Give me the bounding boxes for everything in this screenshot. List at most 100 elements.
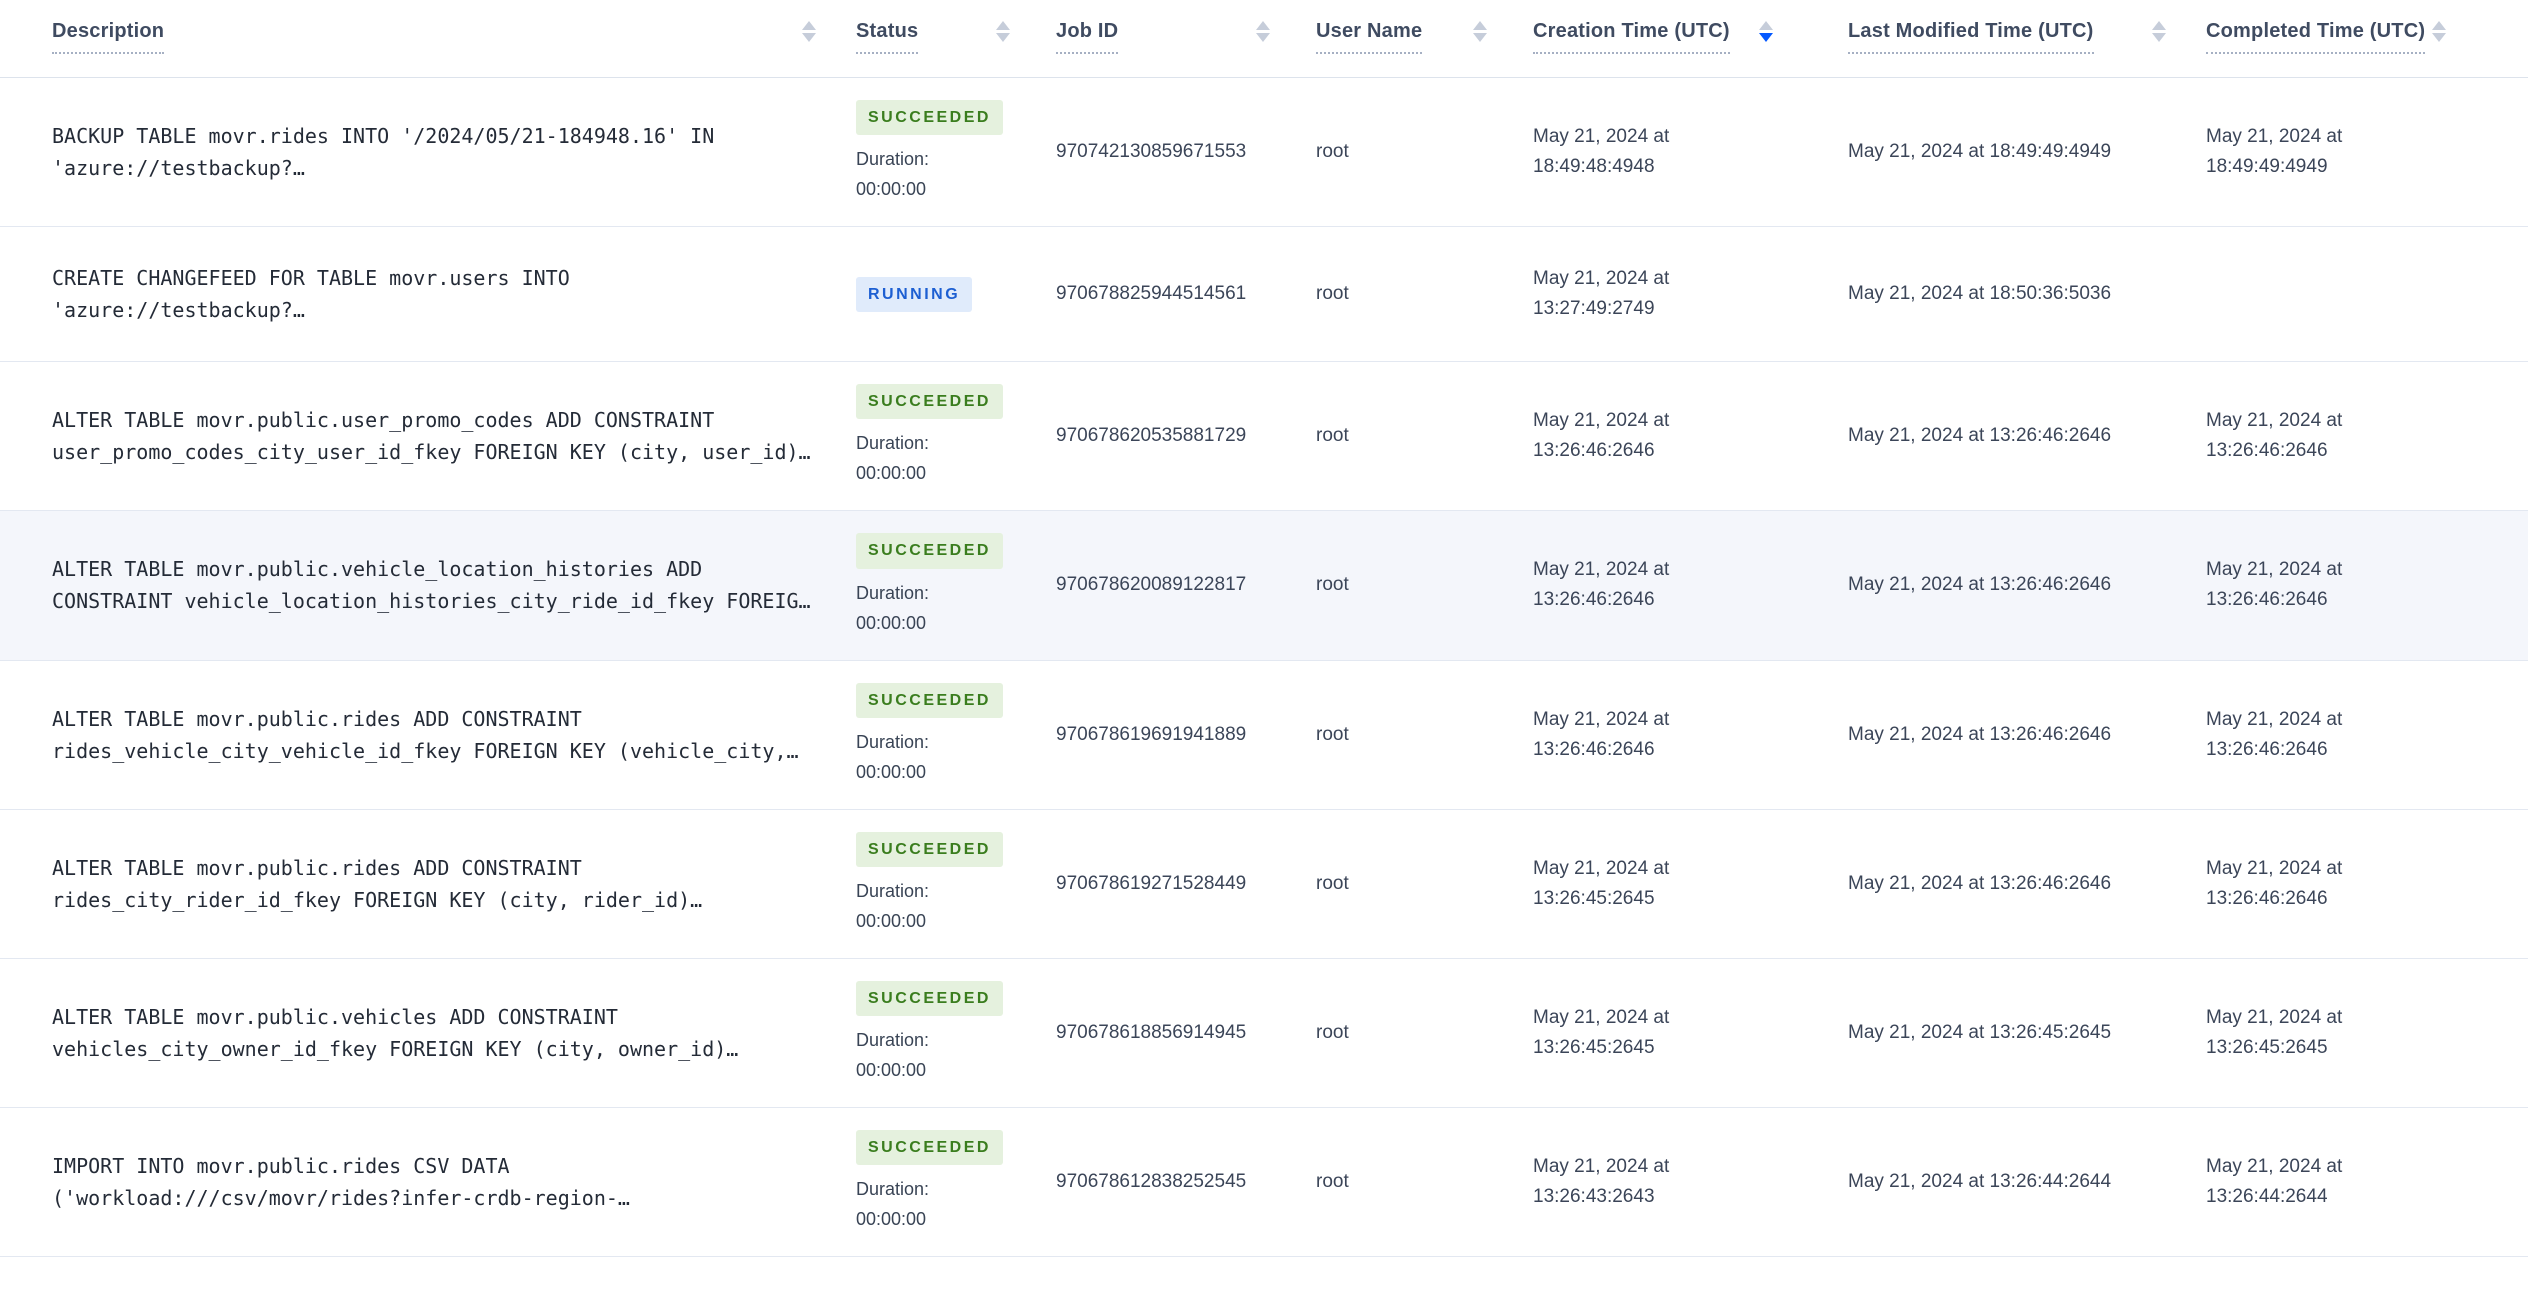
last-modified-time-cell: May 21, 2024 at 13:26:44:2644 <box>1848 1171 2112 1193</box>
column-header-label[interactable]: Job ID <box>1056 20 1119 54</box>
sort-icon[interactable] <box>2152 21 2166 42</box>
job-id-cell: 970678618856914945 <box>1056 1022 1247 1044</box>
status-cell: SUCCEEDED Duration: 00:00:00 <box>836 384 1036 488</box>
column-header-status[interactable]: Status <box>836 20 1036 54</box>
duration-label: Duration: <box>856 149 930 170</box>
job-id-cell: 970678619691941889 <box>1056 723 1247 745</box>
status-cell: SUCCEEDED Duration: 00:00:00 <box>836 980 1036 1085</box>
creation-time-cell: May 21, 2024 at 13:26:46:2646 <box>1533 410 1670 462</box>
description-cell: BACKUP TABLE movr.rides INTO '/2024/05/2… <box>0 120 836 184</box>
job-description-link[interactable]: ALTER TABLE movr.public.rides ADD CONSTR… <box>52 852 824 916</box>
user-name-cell: root <box>1316 425 1349 447</box>
column-header-label[interactable]: Description <box>52 20 165 54</box>
status-badge: SUCCEEDED <box>856 980 1003 1017</box>
duration-value: 00:00:00 <box>856 1060 927 1081</box>
duration-label: Duration: <box>856 582 930 603</box>
sort-up-arrow-icon <box>1473 21 1487 30</box>
sort-icon[interactable] <box>2432 21 2446 42</box>
sort-icon[interactable] <box>1256 21 1270 42</box>
column-header-label[interactable]: Completed Time (UTC) <box>2206 20 2426 54</box>
user-name-cell: root <box>1316 723 1349 745</box>
creation-time-cell: May 21, 2024 at 18:49:48:4948 <box>1533 126 1670 178</box>
completed-time-cell: May 21, 2024 at 13:26:46:2646 <box>2206 410 2343 462</box>
completed-time-cell: May 21, 2024 at 13:26:46:2646 <box>2206 559 2343 611</box>
job-id-cell: 970678620535881729 <box>1056 425 1247 447</box>
last-modified-time-cell: May 21, 2024 at 13:26:46:2646 <box>1848 574 2112 596</box>
sort-up-arrow-icon <box>1256 21 1270 30</box>
job-description-link[interactable]: IMPORT INTO movr.public.rides CSV DATA (… <box>52 1150 824 1214</box>
description-cell: IMPORT INTO movr.public.rides CSV DATA (… <box>0 1150 836 1214</box>
table-row: IMPORT INTO movr.public.rides CSV DATA (… <box>0 1108 2528 1258</box>
sort-down-arrow-icon <box>1759 33 1773 42</box>
table-row: BACKUP TABLE movr.rides INTO '/2024/05/2… <box>0 78 2528 228</box>
column-header-jobId[interactable]: Job ID <box>1036 20 1296 54</box>
column-header-lastModifiedTime[interactable]: Last Modified Time (UTC) <box>1828 20 2186 54</box>
job-description-link[interactable]: ALTER TABLE movr.public.vehicles ADD CON… <box>52 1001 824 1065</box>
description-cell: CREATE CHANGEFEED FOR TABLE movr.users I… <box>0 262 836 326</box>
last-modified-time-cell: May 21, 2024 at 13:26:46:2646 <box>1848 723 2112 745</box>
user-name-cell: root <box>1316 574 1349 596</box>
table-row: ALTER TABLE movr.public.user_promo_codes… <box>0 362 2528 512</box>
job-id-cell: 970678612838252545 <box>1056 1171 1247 1193</box>
job-id-cell: 970678825944514561 <box>1056 283 1247 305</box>
job-description-link[interactable]: ALTER TABLE movr.public.rides ADD CONSTR… <box>52 703 824 767</box>
status-cell: SUCCEEDED Duration: 00:00:00 <box>836 831 1036 936</box>
jobs-table: Description Status Job ID User Name Crea… <box>0 0 2528 1258</box>
job-description-link[interactable]: ALTER TABLE movr.public.vehicle_location… <box>52 553 824 617</box>
last-modified-time-cell: May 21, 2024 at 13:26:46:2646 <box>1848 872 2112 894</box>
table-body: BACKUP TABLE movr.rides INTO '/2024/05/2… <box>0 78 2528 1258</box>
job-id-cell: 970678619271528449 <box>1056 872 1247 894</box>
status-cell: SUCCEEDED Duration: 00:00:00 <box>836 100 1036 204</box>
duration-label: Duration: <box>856 880 930 901</box>
job-description-link[interactable]: BACKUP TABLE movr.rides INTO '/2024/05/2… <box>52 120 824 184</box>
sort-up-arrow-icon <box>996 21 1010 30</box>
duration-value: 00:00:00 <box>856 612 927 633</box>
user-name-cell: root <box>1316 1171 1349 1193</box>
table-row: ALTER TABLE movr.public.rides ADD CONSTR… <box>0 809 2528 959</box>
description-cell: ALTER TABLE movr.public.vehicle_location… <box>0 553 836 617</box>
column-header-label[interactable]: Creation Time (UTC) <box>1533 20 1730 54</box>
job-id-cell: 970678620089122817 <box>1056 574 1247 596</box>
sort-icon[interactable] <box>1759 21 1773 42</box>
creation-time-cell: May 21, 2024 at 13:26:43:2643 <box>1533 1156 1670 1208</box>
sort-icon[interactable] <box>1473 21 1487 42</box>
column-header-creationTime[interactable]: Creation Time (UTC) <box>1513 20 1828 54</box>
last-modified-time-cell: May 21, 2024 at 13:26:45:2645 <box>1848 1022 2112 1044</box>
creation-time-cell: May 21, 2024 at 13:26:46:2646 <box>1533 708 1670 760</box>
duration-label: Duration: <box>856 433 930 454</box>
sort-up-arrow-icon <box>1759 21 1773 30</box>
job-description-link[interactable]: ALTER TABLE movr.public.user_promo_codes… <box>52 404 824 468</box>
status-cell: SUCCEEDED Duration: 00:00:00 <box>836 682 1036 787</box>
column-header-userName[interactable]: User Name <box>1296 20 1513 54</box>
status-badge: RUNNING <box>856 276 973 312</box>
column-header-label[interactable]: Status <box>856 20 919 54</box>
status-badge: SUCCEEDED <box>856 831 1003 867</box>
creation-time-cell: May 21, 2024 at 13:26:46:2646 <box>1533 559 1670 611</box>
column-header-description[interactable]: Description <box>0 20 836 54</box>
status-badge: SUCCEEDED <box>856 384 1003 420</box>
table-row: ALTER TABLE movr.public.vehicle_location… <box>0 511 2528 661</box>
job-description-link[interactable]: CREATE CHANGEFEED FOR TABLE movr.users I… <box>52 262 824 326</box>
status-badge: SUCCEEDED <box>856 100 1003 136</box>
last-modified-time-cell: May 21, 2024 at 18:49:49:4949 <box>1848 141 2112 163</box>
duration-value: 00:00:00 <box>856 463 927 484</box>
completed-time-cell: May 21, 2024 at 13:26:46:2646 <box>2206 708 2343 760</box>
creation-time-cell: May 21, 2024 at 13:26:45:2645 <box>1533 857 1670 909</box>
status-badge: SUCCEEDED <box>856 533 1003 569</box>
column-header-label[interactable]: User Name <box>1316 20 1423 54</box>
sort-up-arrow-icon <box>2152 21 2166 30</box>
sort-icon[interactable] <box>802 21 816 42</box>
completed-time-cell: May 21, 2024 at 13:26:45:2645 <box>2206 1007 2343 1059</box>
sort-down-arrow-icon <box>1256 33 1270 42</box>
sort-down-arrow-icon <box>1473 33 1487 42</box>
description-cell: ALTER TABLE movr.public.user_promo_codes… <box>0 404 836 468</box>
column-header-completedTime[interactable]: Completed Time (UTC) <box>2186 20 2528 54</box>
sort-icon[interactable] <box>996 21 1010 42</box>
description-cell: ALTER TABLE movr.public.vehicles ADD CON… <box>0 1001 836 1065</box>
description-cell: ALTER TABLE movr.public.rides ADD CONSTR… <box>0 703 836 767</box>
column-header-label[interactable]: Last Modified Time (UTC) <box>1848 20 2094 54</box>
table-row: CREATE CHANGEFEED FOR TABLE movr.users I… <box>0 227 2528 363</box>
description-cell: ALTER TABLE movr.public.rides ADD CONSTR… <box>0 852 836 916</box>
table-header: Description Status Job ID User Name Crea… <box>0 0 2528 78</box>
user-name-cell: root <box>1316 872 1349 894</box>
